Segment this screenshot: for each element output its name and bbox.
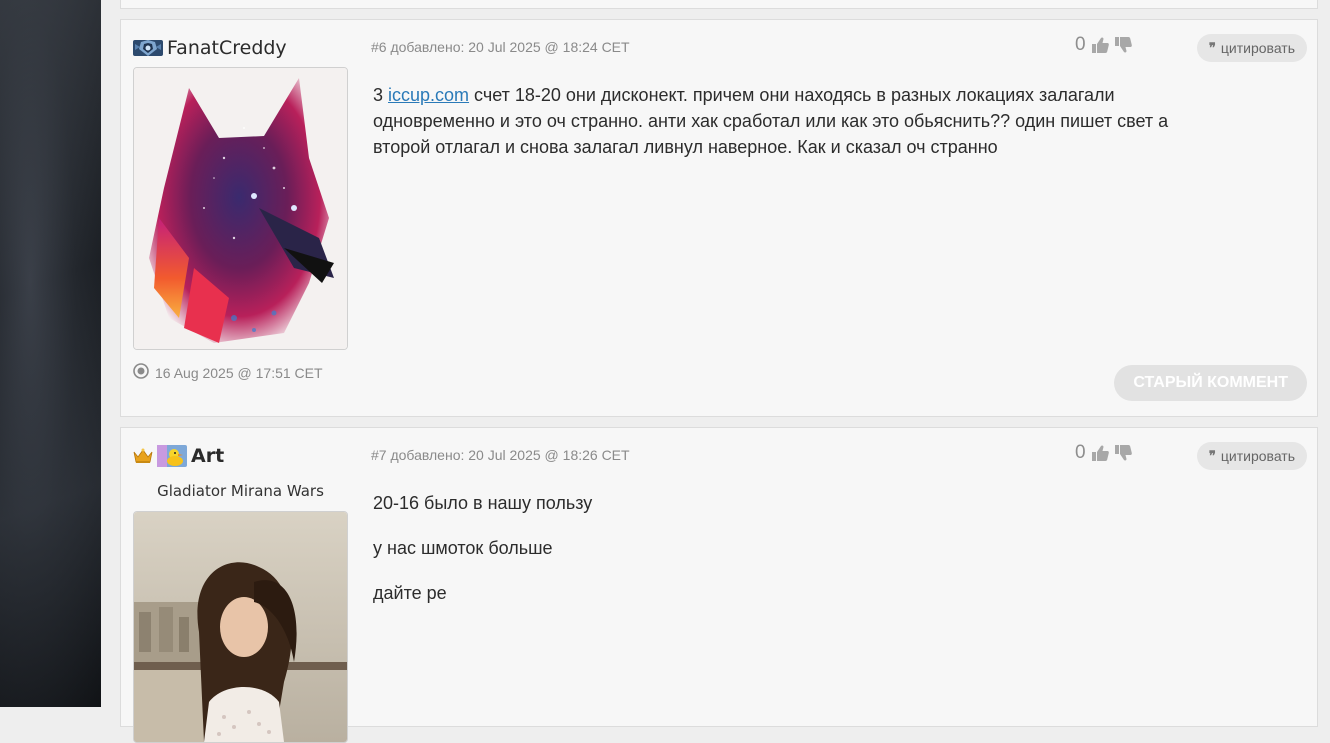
previous-comment-card [120, 0, 1318, 9]
comment-paragraph: у нас шмоток больше [373, 538, 553, 558]
comment-paragraph: дайте ре [373, 583, 447, 603]
user-subtitle: Gladiator Mirana Wars [157, 482, 324, 500]
comment-author: Art [133, 444, 224, 468]
online-status-icon [133, 363, 149, 382]
iccup-link[interactable]: iccup.com [388, 85, 469, 105]
comment-body: 3 iccup.com счет 18-20 они дисконект. пр… [373, 82, 1203, 160]
last-seen-text: 16 Aug 2025 @ 17:51 CET [155, 364, 323, 381]
duck-badge-icon [157, 445, 187, 467]
quote-button-label: цитировать [1220, 40, 1295, 56]
comment-body-prefix: 3 [373, 85, 389, 105]
thumbs-down-icon[interactable] [1114, 37, 1132, 53]
portrait-avatar[interactable] [133, 511, 348, 743]
vote-count: 0 [1075, 442, 1086, 463]
comment-body-text: счет 18-20 они дисконект. причем они нах… [373, 85, 1169, 157]
vote-controls: 0 [1075, 34, 1132, 56]
comment-author: FanatCreddy [133, 36, 287, 60]
vote-controls: 0 [1075, 442, 1132, 464]
vote-count: 0 [1075, 34, 1086, 55]
comment-card: Art Gladiator Mirana Wars #7 добавлено: … [120, 427, 1318, 743]
crown-icon [133, 448, 153, 464]
old-comment-button[interactable]: СТАРЫЙ КОММЕНТ [1114, 365, 1307, 401]
thumbs-up-icon[interactable] [1091, 37, 1109, 53]
last-seen: 16 Aug 2025 @ 17:51 CET [133, 363, 323, 382]
post-meta[interactable]: #6 добавлено: 20 Jul 2025 @ 18:24 CET [371, 39, 630, 55]
thumbs-down-icon[interactable] [1114, 445, 1132, 461]
comment-body: 20-16 было в нашу пользу у нас шмоток бо… [373, 490, 1203, 625]
username-link[interactable]: FanatCreddy [167, 37, 287, 59]
username-link[interactable]: Art [191, 445, 224, 467]
thumbs-up-icon[interactable] [1091, 445, 1109, 461]
quote-button-label: цитировать [1220, 448, 1295, 464]
quote-button[interactable]: ❞ цитировать [1196, 442, 1307, 470]
comments-column: FanatCreddy 16 Aug 2025 @ 17:51 CET #6 д… [101, 0, 1330, 743]
comment-paragraph: 20-16 было в нашу пользу [373, 493, 593, 513]
page-background-art [0, 0, 101, 707]
comment-card: FanatCreddy 16 Aug 2025 @ 17:51 CET #6 д… [120, 19, 1318, 417]
quote-button[interactable]: ❞ цитировать [1196, 34, 1307, 62]
quote-icon: ❞ [1208, 448, 1216, 464]
quote-icon: ❞ [1208, 40, 1216, 56]
post-meta[interactable]: #7 добавлено: 20 Jul 2025 @ 18:26 CET [371, 447, 630, 463]
rank-badge-icon [133, 38, 163, 58]
wolf-avatar[interactable] [133, 67, 348, 350]
